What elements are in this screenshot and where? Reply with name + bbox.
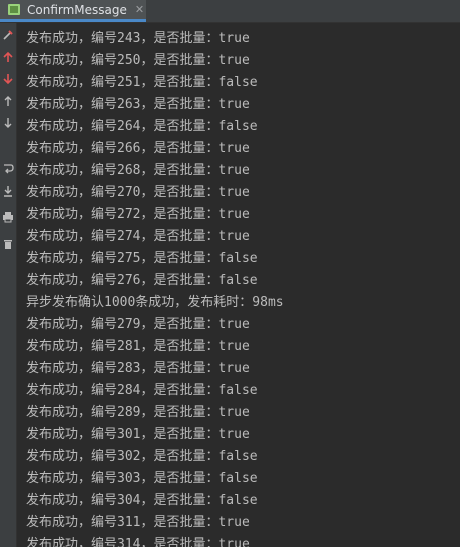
- console-line: 发布成功，编号243，是否批量：true: [26, 31, 250, 46]
- console-line: 发布成功，编号268，是否批量：true: [26, 163, 250, 178]
- console-toolbar: [0, 23, 17, 547]
- console-line: 发布成功，编号289，是否批量：true: [26, 405, 250, 420]
- console-line: 发布成功，编号264，是否批量：false: [26, 119, 258, 134]
- console-line: 发布成功，编号275，是否批量：false: [26, 251, 258, 266]
- java-class-icon: [8, 3, 21, 16]
- console-line: 发布成功，编号303，是否批量：false: [26, 471, 258, 486]
- tab-confirm-message[interactable]: ConfirmMessage ✕: [0, 0, 146, 22]
- console-line: 发布成功，编号274，是否批量：true: [26, 229, 250, 244]
- console-line: 发布成功，编号302，是否批量：false: [26, 449, 258, 464]
- run-tab-bar: ConfirmMessage ✕: [0, 0, 460, 23]
- scroll-to-end-icon[interactable]: [0, 181, 16, 201]
- console-line: 发布成功，编号279，是否批量：true: [26, 317, 250, 332]
- close-icon[interactable]: ✕: [135, 3, 144, 16]
- console-line: 发布成功，编号250，是否批量：true: [26, 53, 250, 68]
- soft-wrap-icon[interactable]: [0, 158, 16, 178]
- console-line: 发布成功，编号263，是否批量：true: [26, 97, 250, 112]
- up-arrow-icon[interactable]: [0, 47, 16, 67]
- down-arrow-icon[interactable]: [0, 69, 16, 89]
- console-line: 发布成功，编号314，是否批量：true: [26, 537, 250, 547]
- console-line: 发布成功，编号284，是否批量：false: [26, 383, 258, 398]
- console-line: 发布成功，编号281，是否批量：true: [26, 339, 250, 354]
- print-icon[interactable]: [0, 207, 16, 227]
- console-line: 异步发布确认1000条成功，发布耗时：98ms: [26, 295, 284, 310]
- console-line: 发布成功，编号272，是否批量：true: [26, 207, 250, 222]
- console-line: 发布成功，编号251，是否批量：false: [26, 75, 258, 90]
- console-line: 发布成功，编号304，是否批量：false: [26, 493, 258, 508]
- console-line: 发布成功，编号276，是否批量：false: [26, 273, 258, 288]
- scroll-down-icon[interactable]: [0, 113, 16, 133]
- pin-icon[interactable]: [0, 25, 16, 45]
- console-line: 发布成功，编号266，是否批量：true: [26, 141, 250, 156]
- console-line: 发布成功，编号301，是否批量：true: [26, 427, 250, 442]
- trash-icon[interactable]: [0, 234, 16, 254]
- tab-label: ConfirmMessage: [27, 2, 127, 17]
- scroll-up-icon[interactable]: [0, 91, 16, 111]
- console-line: 发布成功，编号270，是否批量：true: [26, 185, 250, 200]
- run-window: ConfirmMessage ✕ 发布成功，编号243，是否批量：true 发布…: [0, 0, 460, 547]
- console-line: 发布成功，编号283，是否批量：true: [26, 361, 250, 376]
- console-line: 发布成功，编号311，是否批量：true: [26, 515, 250, 530]
- console-output: 发布成功，编号243，是否批量：true 发布成功，编号250，是否批量：true…: [26, 28, 456, 547]
